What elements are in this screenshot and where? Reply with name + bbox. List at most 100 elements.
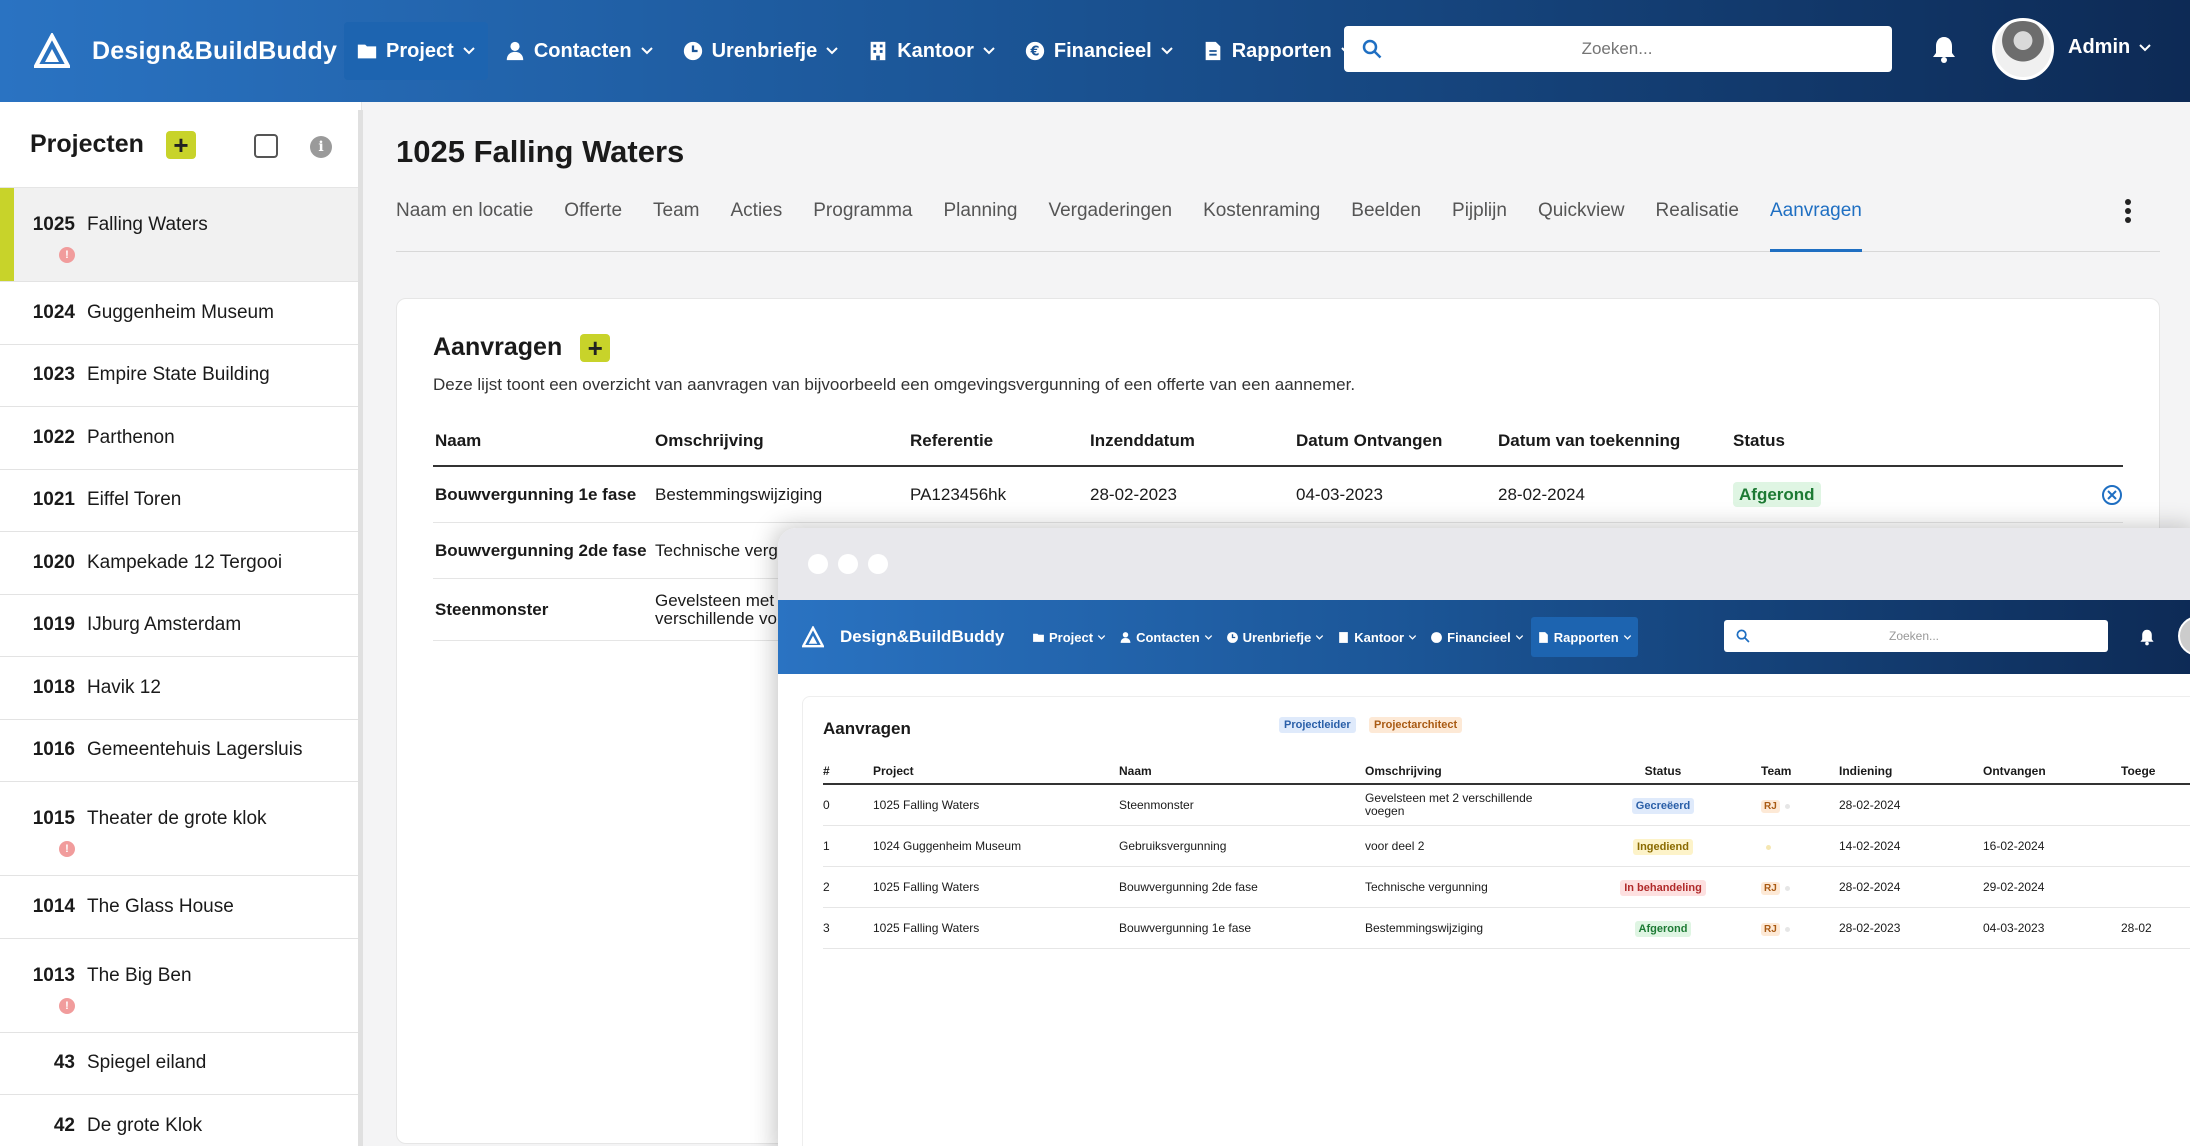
column-header[interactable]: Omschrijving: [655, 431, 910, 451]
add-aanvraag-button[interactable]: +: [580, 333, 611, 362]
tab-acties[interactable]: Acties: [731, 196, 783, 252]
tab-vergaderingen[interactable]: Vergaderingen: [1048, 196, 1172, 252]
nav-project[interactable]: Project: [1026, 617, 1112, 657]
project-number: 1014: [32, 895, 75, 917]
info-icon[interactable]: i: [310, 136, 332, 158]
team-initials: RJ: [1761, 799, 1780, 813]
column-header[interactable]: Status: [1733, 431, 1878, 451]
team-initials: RJ: [1761, 881, 1780, 895]
tab-aanvragen[interactable]: Aanvragen: [1769, 196, 1862, 252]
window-dot[interactable]: [868, 554, 888, 574]
tab-programma[interactable]: Programma: [813, 196, 912, 252]
tab-realisatie[interactable]: Realisatie: [1656, 196, 1739, 252]
filter-tag[interactable]: Projectarchitect: [1369, 717, 1463, 733]
project-name: Theater de grote klok: [87, 808, 267, 829]
window-dot[interactable]: [838, 554, 858, 574]
column-header[interactable]: Indiening: [1839, 764, 1983, 778]
nav-contacten[interactable]: Contacten: [1113, 617, 1219, 657]
column-header[interactable]: Datum Ontvangen: [1296, 431, 1498, 451]
chevron-down-icon: [463, 47, 475, 55]
select-all-checkbox[interactable]: [254, 134, 278, 158]
nav-kantoor[interactable]: Kantoor: [1331, 617, 1423, 657]
cell-naam: Steenmonster: [435, 599, 549, 619]
column-header[interactable]: Toege: [2121, 764, 2190, 778]
column-header[interactable]: #: [823, 764, 873, 778]
sidebar-scrollbar[interactable]: [358, 110, 363, 1146]
table-row[interactable]: 0 1025 Falling Waters Steenmonster Gevel…: [823, 785, 2190, 826]
nav-financieel[interactable]: Financieel: [1424, 617, 1530, 657]
cell-naam: Steenmonster: [1119, 798, 1194, 812]
tab-beelden[interactable]: Beelden: [1351, 196, 1421, 252]
project-name: Gemeentehuis Lagersluis: [87, 739, 303, 761]
project-item[interactable]: 1022 Parthenon: [0, 407, 361, 470]
project-item[interactable]: 1013 The Big Ben!: [0, 939, 361, 1033]
chevron-down-icon: [2139, 43, 2151, 51]
search-box[interactable]: Zoeken...: [1724, 620, 2108, 652]
status-badge: Afgerond: [1733, 481, 1821, 507]
column-header[interactable]: Omschrijving: [1365, 764, 1595, 778]
avatar[interactable]: [2178, 616, 2190, 656]
nav-kantoor[interactable]: Kantoor: [855, 22, 1008, 80]
column-header[interactable]: Ontvangen: [1983, 764, 2121, 778]
nav-project[interactable]: Project: [344, 22, 488, 80]
nav-contacten[interactable]: Contacten: [492, 22, 666, 80]
tab-planning[interactable]: Planning: [944, 196, 1018, 252]
tab-team[interactable]: Team: [653, 196, 699, 252]
project-item[interactable]: 1020 Kampekade 12 Tergooi: [0, 532, 361, 595]
nav-financieel[interactable]: € Financieel: [1012, 22, 1186, 80]
column-header[interactable]: Inzenddatum: [1090, 431, 1296, 451]
cell-omschrijving: Bestemmingswijziging: [1365, 921, 1484, 935]
column-header[interactable]: Referentie: [910, 431, 1090, 451]
cell-naam: Bouwvergunning 1e fase: [1119, 921, 1252, 935]
tab-naam-en-locatie[interactable]: Naam en locatie: [396, 196, 533, 252]
table-row[interactable]: 3 1025 Falling Waters Bouwvergunning 1e …: [823, 908, 2190, 949]
column-header[interactable]: Project: [873, 764, 1119, 778]
table-row[interactable]: 2 1025 Falling Waters Bouwvergunning 2de…: [823, 867, 2190, 908]
project-item[interactable]: 1014 The Glass House: [0, 876, 361, 939]
tab-pijplijn[interactable]: Pijplijn: [1452, 196, 1507, 252]
avatar[interactable]: [1992, 18, 2054, 80]
nav-urenbriefje[interactable]: Urenbriefje: [1220, 617, 1331, 657]
table-row[interactable]: 1 1024 Guggenheim Museum Gebruiksvergunn…: [823, 826, 2190, 867]
user-menu[interactable]: Admin: [2068, 36, 2152, 59]
nav-urenbriefje[interactable]: Urenbriefje: [670, 22, 852, 80]
project-item[interactable]: 1019 IJburg Amsterdam: [0, 595, 361, 657]
app-logo[interactable]: Design&BuildBuddy: [802, 626, 1026, 648]
bell-icon[interactable]: [2138, 628, 2156, 646]
app-logo[interactable]: Design&BuildBuddy: [34, 33, 344, 69]
tab-kostenraming[interactable]: Kostenraming: [1203, 196, 1320, 252]
filter-tag[interactable]: Projectleider: [1279, 717, 1356, 733]
window-dot[interactable]: [808, 554, 828, 574]
column-header[interactable]: Status: [1595, 764, 1731, 778]
cell-index: 1: [823, 839, 830, 853]
nav-rapporten[interactable]: Rapporten: [1190, 22, 1366, 80]
project-item[interactable]: 1015 Theater de grote klok!: [0, 782, 361, 876]
column-header[interactable]: Naam: [1119, 764, 1365, 778]
project-name: Parthenon: [87, 426, 175, 448]
cell-indiening: 28-02-2023: [1839, 921, 1901, 935]
add-project-button[interactable]: +: [165, 130, 196, 159]
more-options-icon[interactable]: [2124, 198, 2132, 224]
column-header[interactable]: Team: [1731, 764, 1839, 778]
team-badges: RJ: [1761, 881, 1790, 895]
project-item[interactable]: 1018 Havik 12: [0, 657, 361, 720]
project-item[interactable]: 42 De grote Klok: [0, 1095, 361, 1146]
sidebar-header: Projecten + i: [0, 102, 361, 188]
clock-icon: [1226, 631, 1238, 643]
tab-quickview[interactable]: Quickview: [1538, 196, 1625, 252]
nav-rapporten[interactable]: Rapporten: [1530, 617, 1638, 657]
project-item[interactable]: 1016 Gemeentehuis Lagersluis: [0, 720, 361, 782]
bell-icon[interactable]: [1930, 34, 1958, 64]
table-row[interactable]: Bouwvergunning 1e fase Bestemmingswijzig…: [433, 467, 2123, 523]
alert-icon: !: [59, 997, 75, 1014]
project-item[interactable]: 1023 Empire State Building: [0, 345, 361, 407]
tab-offerte[interactable]: Offerte: [564, 196, 622, 252]
project-item[interactable]: 1024 Guggenheim Museum: [0, 282, 361, 345]
project-item[interactable]: 43 Spiegel eiland: [0, 1033, 361, 1095]
project-item[interactable]: 1021 Eiffel Toren: [0, 470, 361, 532]
close-circle-icon[interactable]: [2101, 484, 2123, 506]
search-input[interactable]: [1382, 26, 1892, 72]
column-header[interactable]: Datum van toekenning: [1498, 431, 1733, 451]
column-header[interactable]: Naam: [433, 431, 655, 451]
project-item[interactable]: 1025 Falling Waters!: [0, 188, 361, 282]
